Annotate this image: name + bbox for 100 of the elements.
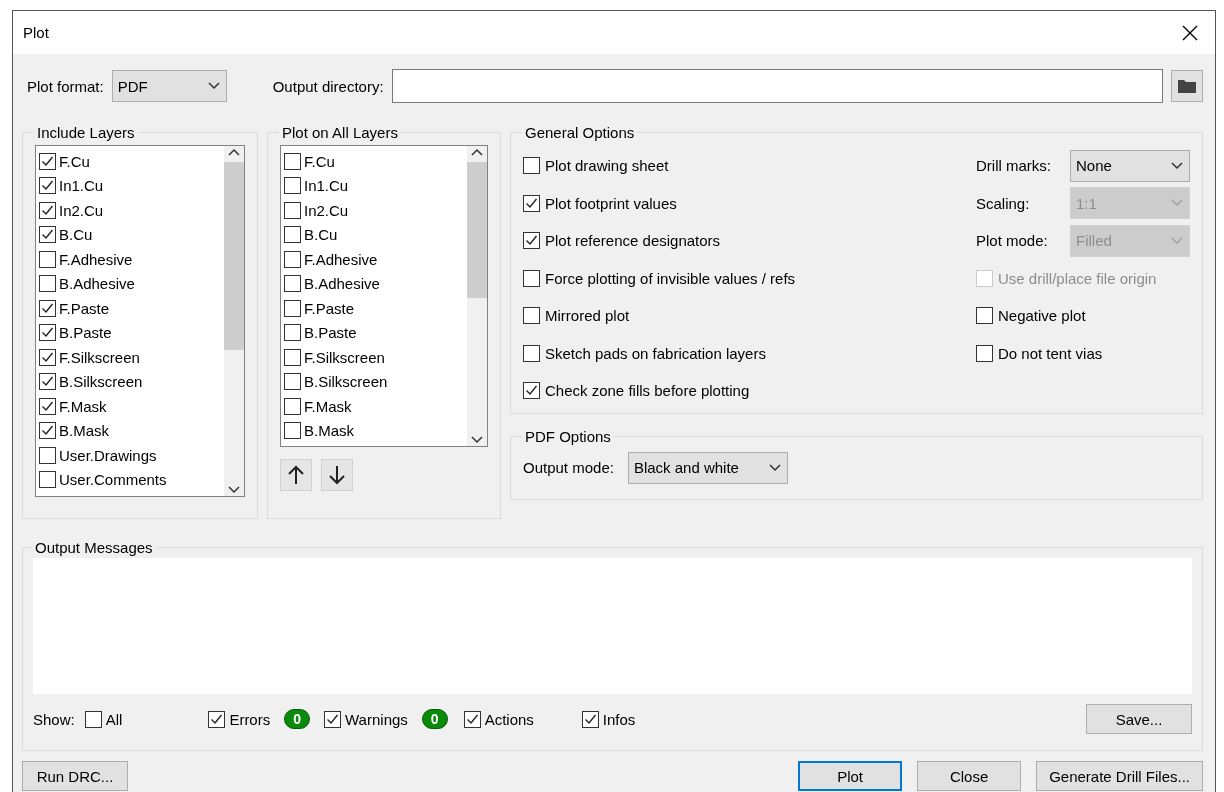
layer-label[interactable]: F.Silkscreen — [304, 348, 385, 366]
scroll-up-icon — [228, 148, 240, 156]
layer-label[interactable]: In1.Cu — [304, 177, 349, 195]
plot-format-dropdown[interactable]: PDF — [111, 70, 227, 102]
dialog-button[interactable]: Run DRC... — [22, 761, 128, 791]
layer-label[interactable]: B.Cu — [304, 226, 338, 244]
layer-label[interactable]: User.Drawings — [59, 446, 157, 464]
output-mode-dropdown[interactable]: Black and white — [627, 451, 788, 484]
layer-label[interactable]: In1.Cu — [59, 177, 104, 195]
option-label[interactable]: Do not tent vias — [998, 344, 1103, 362]
checkbox[interactable] — [523, 157, 540, 175]
option-label[interactable]: Mirrored plot — [545, 307, 630, 325]
layer-label[interactable]: F.Cu — [304, 152, 335, 170]
checkbox[interactable] — [39, 373, 56, 391]
checkbox[interactable] — [581, 710, 599, 728]
layer-label[interactable]: F.Adhesive — [304, 250, 378, 268]
move-down-button[interactable] — [321, 459, 353, 491]
close-icon — [1182, 24, 1198, 41]
filter-label[interactable]: Warnings — [345, 710, 408, 728]
layer-label[interactable]: F.Silkscreen — [59, 348, 140, 366]
checkbox[interactable] — [284, 275, 301, 293]
option-label[interactable]: Force plotting of invisible values / refs — [545, 269, 796, 287]
checkbox[interactable] — [324, 710, 341, 728]
checkbox[interactable] — [523, 307, 540, 325]
checkbox[interactable] — [284, 422, 301, 440]
move-up-button[interactable] — [280, 459, 312, 491]
checkbox[interactable] — [284, 324, 301, 342]
checkbox[interactable] — [39, 201, 56, 219]
layer-label[interactable]: B.Paste — [304, 324, 357, 342]
checkbox[interactable] — [39, 324, 56, 342]
checkbox[interactable] — [284, 226, 301, 244]
checkbox[interactable] — [523, 232, 540, 250]
dialog-button[interactable]: Plot — [798, 761, 903, 791]
chevron-down-icon — [1171, 236, 1183, 245]
checkbox[interactable] — [284, 177, 301, 195]
option-label[interactable]: Negative plot — [998, 307, 1086, 325]
checkbox[interactable] — [284, 348, 301, 366]
filter-label[interactable]: All — [105, 710, 123, 728]
window-title: Plot — [23, 24, 49, 41]
checkbox[interactable] — [39, 446, 56, 464]
checkbox[interactable] — [39, 348, 56, 366]
output-directory-field[interactable] — [391, 69, 1163, 103]
layer-label[interactable]: F.Paste — [59, 299, 110, 317]
checkbox[interactable] — [84, 710, 102, 728]
option-dropdown[interactable]: None — [1070, 149, 1190, 182]
filter-label[interactable]: Actions — [484, 710, 534, 728]
save-button[interactable]: Save... — [1086, 704, 1192, 734]
option-label[interactable]: Plot footprint values — [545, 194, 677, 212]
layer-label[interactable]: B.Cu — [59, 226, 93, 244]
layer-label[interactable]: F.Adhesive — [59, 250, 133, 268]
option-label[interactable]: Plot drawing sheet — [545, 157, 669, 175]
filter-label[interactable]: Infos — [602, 710, 636, 728]
layer-label[interactable]: B.Silkscreen — [59, 373, 143, 391]
checkbox[interactable] — [39, 422, 56, 440]
checkbox[interactable] — [39, 275, 56, 293]
checkbox[interactable] — [39, 299, 56, 317]
checkbox[interactable] — [976, 344, 993, 362]
option-label[interactable]: Sketch pads on fabrication layers — [545, 344, 766, 362]
layer-label[interactable]: In2.Cu — [304, 201, 349, 219]
checkbox[interactable] — [523, 269, 540, 287]
checkbox[interactable] — [284, 250, 301, 268]
option-label[interactable]: Plot reference designators — [545, 232, 721, 250]
checkbox[interactable] — [39, 397, 56, 415]
checkbox[interactable] — [523, 382, 540, 400]
layer-label[interactable]: F.Paste — [304, 299, 355, 317]
checkbox[interactable] — [284, 152, 301, 170]
checkbox[interactable] — [39, 471, 56, 489]
layer-label[interactable]: B.Mask — [59, 422, 109, 440]
checkbox[interactable] — [976, 307, 993, 325]
layer-label[interactable]: B.Adhesive — [304, 275, 380, 293]
chevron-down-icon — [1171, 199, 1183, 208]
layer-label[interactable]: B.Silkscreen — [304, 373, 388, 391]
checkbox[interactable] — [208, 710, 226, 728]
checkbox[interactable] — [284, 373, 301, 391]
layer-label[interactable]: F.Mask — [304, 397, 352, 415]
dialog-button[interactable]: Close — [917, 761, 1022, 791]
checkbox[interactable] — [39, 226, 56, 244]
checkbox[interactable] — [39, 250, 56, 268]
option-label[interactable]: Check zone fills before plotting — [545, 382, 750, 400]
filter-label[interactable]: Errors — [229, 710, 271, 728]
layer-label[interactable]: B.Adhesive — [59, 275, 135, 293]
layer-label[interactable]: User.Comments — [59, 471, 167, 489]
checkbox[interactable] — [284, 397, 301, 415]
checkbox[interactable] — [463, 710, 481, 728]
group-title: General Options — [524, 124, 636, 141]
checkbox[interactable] — [39, 152, 56, 170]
dialog-button[interactable]: Generate Drill Files... — [1036, 761, 1203, 791]
checkbox[interactable] — [523, 194, 540, 212]
browse-button[interactable] — [1171, 70, 1203, 102]
checkbox[interactable] — [284, 201, 301, 219]
layer-label[interactable]: B.Mask — [304, 422, 354, 440]
checkbox[interactable] — [523, 344, 540, 362]
layer-label[interactable]: F.Mask — [59, 397, 107, 415]
layer-label[interactable]: In2.Cu — [59, 201, 104, 219]
checkbox[interactable] — [284, 299, 301, 317]
layer-label[interactable]: F.Cu — [59, 152, 90, 170]
scrollbar[interactable] — [224, 146, 244, 496]
scrollbar[interactable] — [467, 146, 487, 446]
checkbox[interactable] — [39, 177, 56, 195]
layer-label[interactable]: B.Paste — [59, 324, 112, 342]
